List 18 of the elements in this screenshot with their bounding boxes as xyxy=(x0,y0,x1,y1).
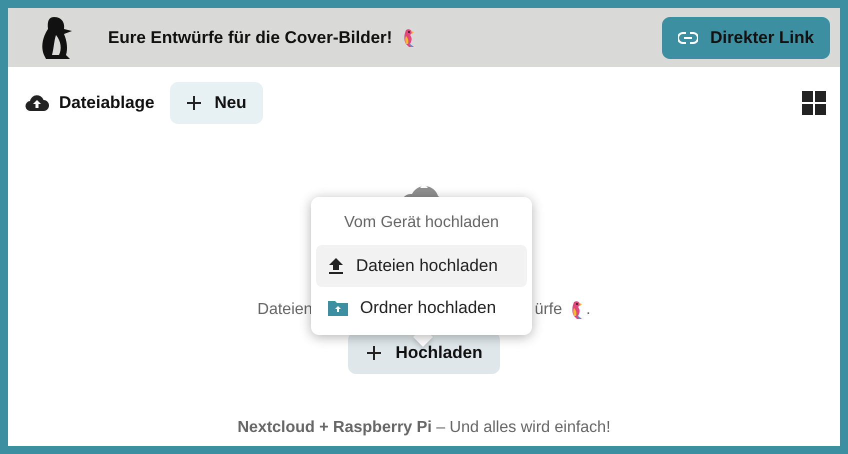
menu-item[interactable]: Dateien hochladen xyxy=(316,245,527,287)
folder-title: Dateiablage xyxy=(59,92,154,114)
folder-upload-icon xyxy=(328,300,348,316)
upload-icon xyxy=(328,257,344,275)
page-title: Eure Entwürfe für die Cover-Bilder! xyxy=(108,26,392,49)
plus-icon xyxy=(366,345,382,361)
new-button[interactable]: Neu xyxy=(170,82,263,124)
direct-link-button[interactable]: Direkter Link xyxy=(662,16,830,58)
menu-heading: Vom Gerät hochladen xyxy=(343,213,500,233)
cloud-upload-icon xyxy=(25,94,49,112)
empty-state-text: . xyxy=(586,300,591,320)
empty-state-text: Dateien xyxy=(257,300,313,320)
link-icon xyxy=(678,32,698,44)
empty-state-text: ürfe xyxy=(534,300,562,320)
footer-text: Nextcloud + Raspberry Pi – Und alles wird einfach! xyxy=(237,419,611,436)
grid-view-icon[interactable] xyxy=(802,91,826,115)
plus-icon xyxy=(186,95,202,111)
upload-button[interactable]: Hochladen xyxy=(348,332,500,374)
